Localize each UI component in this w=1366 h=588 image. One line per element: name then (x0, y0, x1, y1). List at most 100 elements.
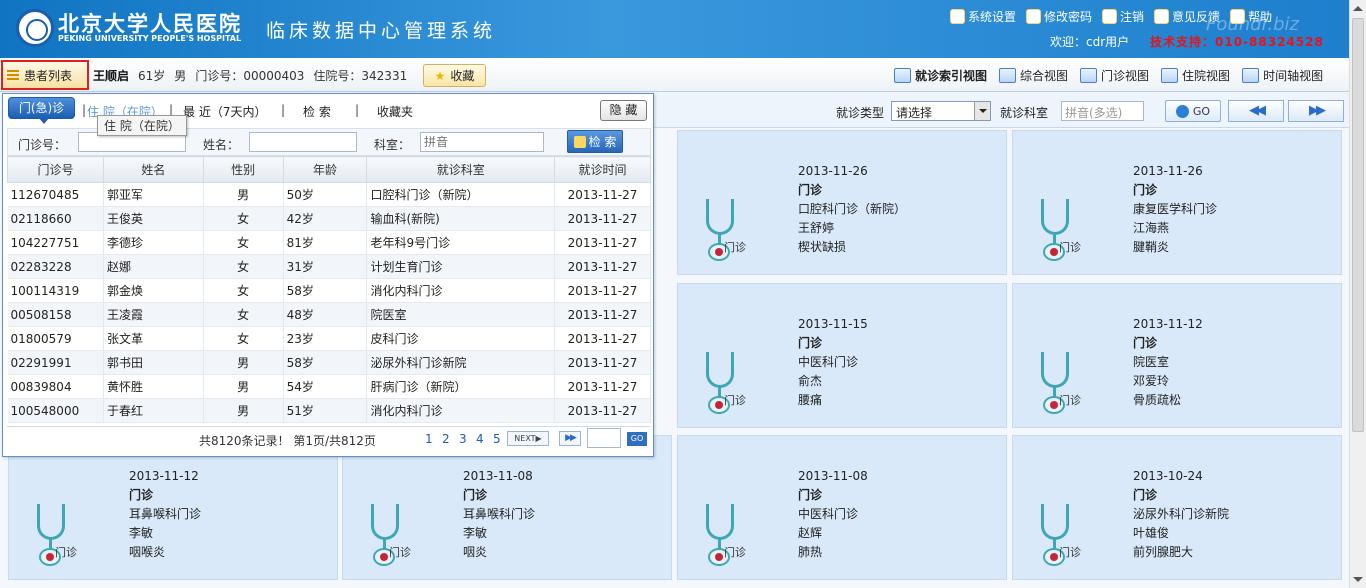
tab-search[interactable]: 检 索 (303, 103, 331, 120)
table-row[interactable]: 00508158 王凌霞女 48岁 院医室 2013-11-27 (7, 302, 651, 327)
visit-type: 门诊 (798, 488, 823, 502)
table-cell: 男 (203, 398, 284, 423)
table-cell: 2013-11-27 (554, 206, 651, 231)
line-chart-icon (1161, 68, 1179, 83)
visit-card[interactable]: 门诊 2013-11-08 门诊 中医科门诊 赵辉 肺热 (677, 435, 1007, 580)
visit-card[interactable]: 门诊 2013-11-26 门诊 口腔科门诊（新院） 王舒婷 楔状缺损 (677, 130, 1007, 275)
visit-dept: 院医室 (1133, 355, 1170, 369)
table-row[interactable]: 100548000 于春红男 51岁 消化内科门诊 2013-11-27 (7, 398, 651, 423)
tab-favorites[interactable]: 收藏夹 (377, 103, 413, 120)
page-link[interactable]: 4 (476, 432, 484, 446)
search-button[interactable]: 检 索 (567, 130, 623, 153)
card-text: 2013-11-26 门诊 口腔科门诊（新院） 王舒婷 楔状缺损 (798, 162, 906, 257)
dept-input[interactable]: 拼音(多选) (1061, 101, 1144, 121)
table-cell: 老年科9号门诊 (366, 230, 556, 255)
visit-card[interactable]: 门诊 2013-11-12 门诊 院医室 邓爱玲 骨质疏松 (1012, 283, 1342, 428)
table-cell: 计划生育门诊 (366, 254, 556, 279)
table-cell: 02291991 (7, 350, 104, 375)
help-link[interactable]: 帮助 (1230, 8, 1272, 25)
name-label: 姓名： (203, 138, 240, 152)
feedback-link[interactable]: 意见反馈 (1154, 8, 1220, 25)
last-page-button[interactable]: ▶▶ (559, 431, 581, 446)
table-cell: 赵娜 (103, 254, 204, 279)
card-text: 2013-11-26 门诊 康复医学科门诊 江海燕 腱鞘炎 (1133, 162, 1217, 257)
card-text: 2013-11-08 门诊 耳鼻喉科门诊 李敏 咽炎 (463, 467, 535, 562)
patient-outpatient-no: 门诊号：00000403 (195, 69, 305, 83)
separator: | (82, 103, 87, 117)
visit-card[interactable]: 门诊 2013-11-26 门诊 康复医学科门诊 江海燕 腱鞘炎 (1012, 130, 1342, 275)
patient-list-button[interactable]: 患者列表 (1, 60, 89, 90)
visit-diagnosis: 咽喉炎 (129, 545, 166, 559)
tab-visit-index-view[interactable]: 就诊索引视图 (894, 67, 987, 84)
tab-timeline-view[interactable]: 时间轴视图 (1242, 67, 1323, 84)
support-phone: 技术支持：010-88324528 (1150, 35, 1324, 49)
favorite-button[interactable]: ★ 收藏 (423, 64, 486, 87)
logout-link[interactable]: 注销 (1102, 8, 1144, 25)
table-header-row: 门诊号 姓名 性别 年龄 就诊科室 就诊时间 (7, 156, 651, 183)
change-password-link[interactable]: 修改密码 (1026, 8, 1092, 25)
table-cell: 58岁 (283, 278, 368, 303)
visit-card[interactable]: 门诊 2013-10-24 门诊 泌尿外科门诊新院 叶雄俊 前列腺肥大 (1012, 435, 1342, 580)
vertical-scrollbar[interactable] (1349, 0, 1366, 588)
scroll-thumb[interactable] (1352, 18, 1364, 432)
scroll-up-icon[interactable] (1353, 6, 1363, 11)
scroll-down-icon[interactable] (1353, 577, 1363, 582)
table-row[interactable]: 02283228 赵娜女 31岁 计划生育门诊 2013-11-27 (7, 254, 651, 279)
visit-type: 门诊 (798, 336, 823, 350)
table-cell: 男 (203, 182, 284, 207)
next-page-button[interactable]: NEXT▶ (507, 431, 549, 446)
chevron-down-icon[interactable] (974, 102, 990, 120)
visit-dept: 中医科门诊 (798, 507, 859, 521)
prev-button[interactable]: ◀◀ (1228, 100, 1284, 122)
card-text: 2013-11-15 门诊 中医科门诊 俞杰 腰痛 (798, 315, 868, 410)
next-button[interactable]: ▶▶ (1288, 100, 1344, 122)
visit-doctor: 赵辉 (798, 526, 823, 540)
table-row[interactable]: 02118660 王俊英女 42岁 输血科(新院) 2013-11-27 (7, 206, 651, 231)
tab-inpatient-view[interactable]: 住院视图 (1161, 67, 1230, 84)
tab-outpatient[interactable]: 门(急)诊 (8, 97, 75, 124)
visit-doctor: 邓爱玲 (1133, 374, 1170, 388)
table-row[interactable]: 02291991 郭书田男 58岁 泌尿外科门诊新院 2013-11-27 (7, 350, 651, 375)
visit-date: 2013-11-26 (798, 164, 868, 178)
table-cell: 张文革 (103, 326, 204, 351)
table-row[interactable]: 104227751 李德珍女 81岁 老年科9号门诊 2013-11-27 (7, 230, 651, 255)
table-row[interactable]: 100114319 郭金焕女 58岁 消化内科门诊 2013-11-27 (7, 278, 651, 303)
visit-doctor: 江海燕 (1133, 221, 1170, 235)
page-link[interactable]: 1 (425, 432, 433, 446)
table-row[interactable]: 112670485 郭亚军男 50岁 口腔科门诊（新院） 2013-11-27 (7, 182, 651, 207)
go-button[interactable]: GO (1165, 100, 1221, 122)
table-cell: 100548000 (7, 398, 104, 423)
visit-type-select[interactable]: 请选择 (891, 101, 991, 121)
tab-recent[interactable]: 最 近（7天内） (183, 103, 266, 120)
column-header: 门诊号 (7, 156, 104, 183)
visit-doctor: 李敏 (129, 526, 154, 540)
tab-outpatient-view[interactable]: 门诊视图 (1080, 67, 1149, 84)
table-cell: 2013-11-27 (554, 182, 651, 207)
name-input[interactable] (249, 132, 357, 152)
table-row[interactable]: 00839804 黄怀胜男 54岁 肝病门诊（新院） 2013-11-27 (7, 374, 651, 399)
visit-card[interactable]: 门诊 2013-11-15 门诊 中医科门诊 俞杰 腰痛 (677, 283, 1007, 428)
settings-link[interactable]: 系统设置 (950, 8, 1016, 25)
visit-date: 2013-11-15 (798, 317, 868, 331)
page-go-button[interactable]: GO (627, 432, 647, 446)
dept-search-input[interactable] (420, 132, 544, 152)
tab-comprehensive-view[interactable]: 综合视图 (999, 67, 1068, 84)
welcome-text: 欢迎：cdr用户 (1050, 35, 1130, 49)
page-number-input[interactable] (587, 428, 621, 448)
table-cell: 男 (203, 374, 284, 399)
top-nav: 系统设置 修改密码 注销 意见反馈 帮助 (950, 8, 1272, 25)
page-link[interactable]: 2 (442, 432, 450, 446)
hide-button[interactable]: 隐 藏 (600, 100, 647, 121)
table-cell: 王凌霞 (103, 302, 204, 327)
table-row[interactable]: 01800579 张文革女 23岁 皮科门诊 2013-11-27 (7, 326, 651, 351)
visit-diagnosis: 咽炎 (463, 545, 488, 559)
card-icon-label: 门诊 (724, 394, 746, 407)
table-cell: 58岁 (283, 350, 368, 375)
table-cell: 输血科(新院) (366, 206, 556, 231)
table-cell: 2013-11-27 (554, 374, 651, 399)
visit-doctor: 王舒婷 (798, 221, 835, 235)
page-link[interactable]: 3 (459, 432, 467, 446)
card-icon-label: 门诊 (724, 546, 746, 559)
table-cell: 郭书田 (103, 350, 204, 375)
page-link[interactable]: 5 (493, 432, 501, 446)
